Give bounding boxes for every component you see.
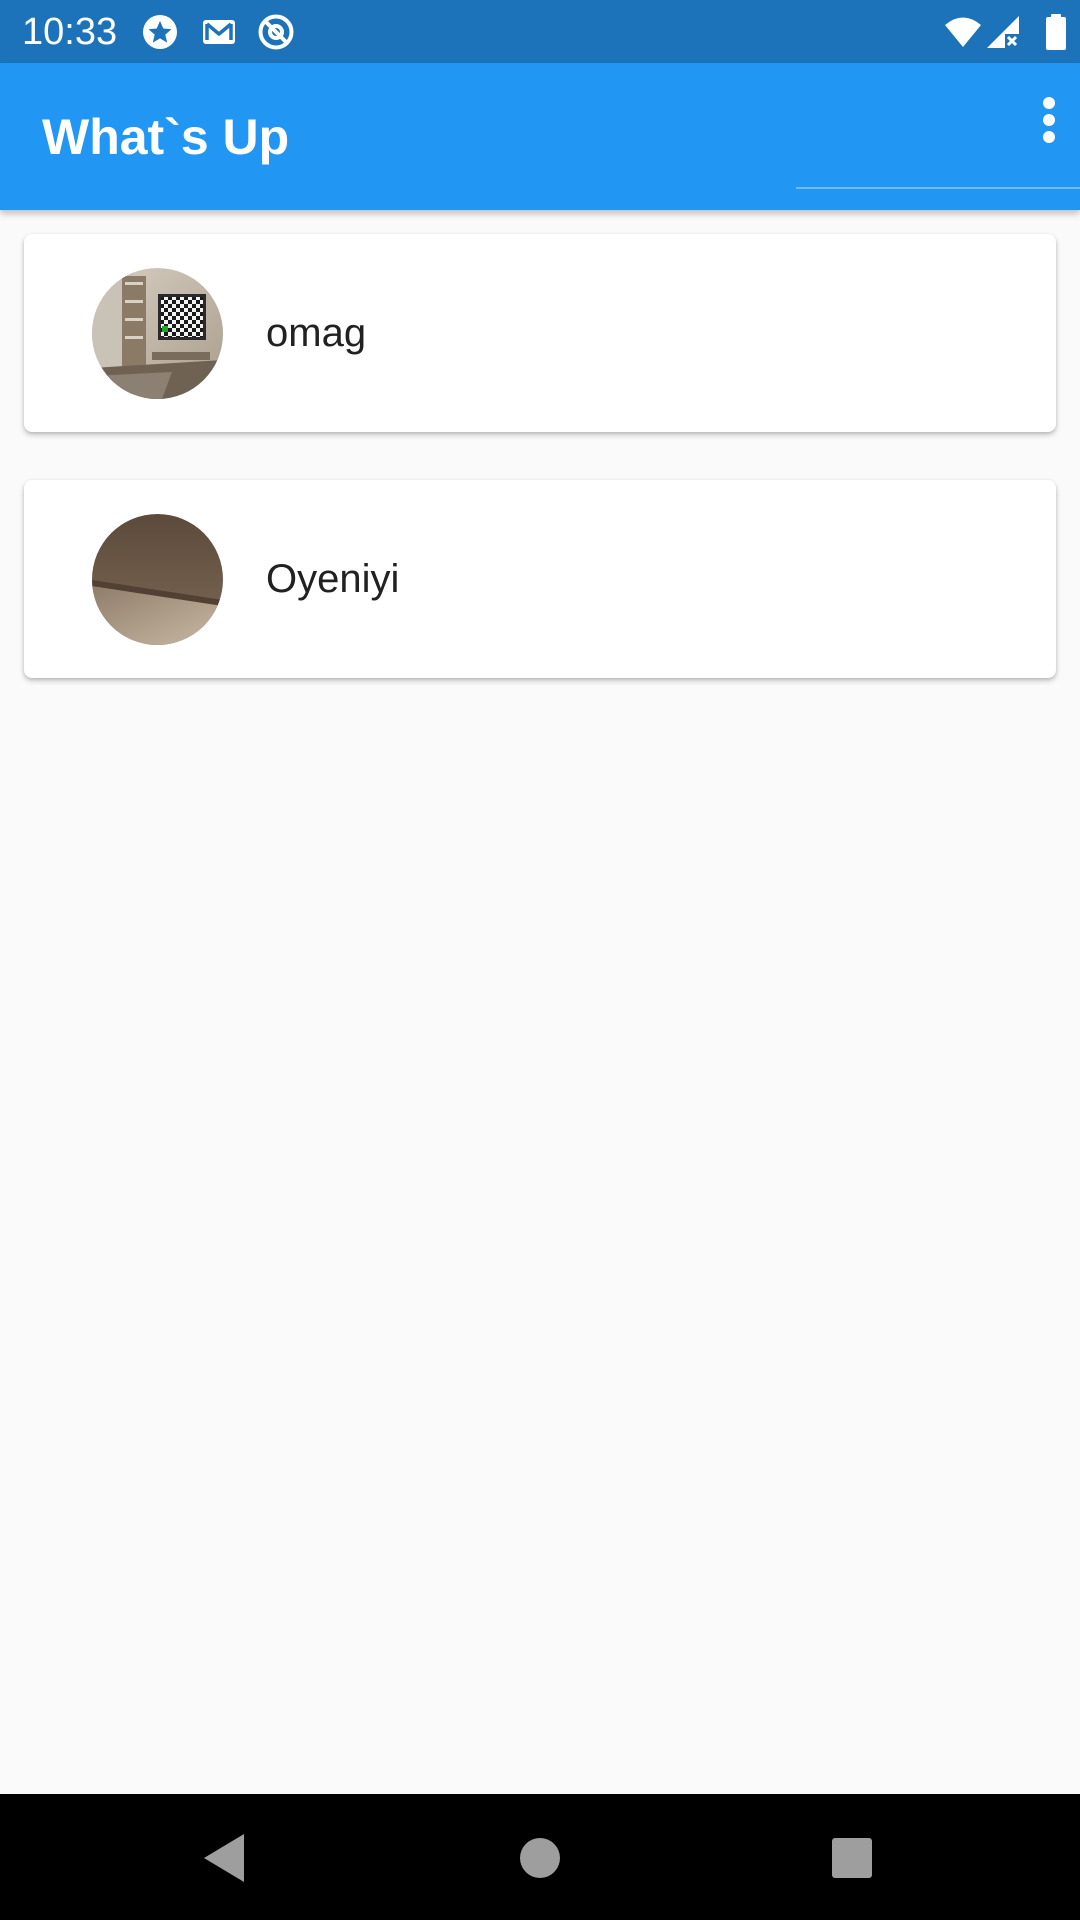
app-title: What`s Up <box>42 109 290 165</box>
chat-item-omag[interactable]: omag <box>24 234 1056 432</box>
navigation-bar <box>0 1794 1080 1920</box>
home-icon[interactable] <box>510 1828 570 1888</box>
screen: 10:33 What`s Up omag Oyeniyi <box>0 0 1080 1920</box>
gmail-icon <box>203 20 235 44</box>
cell-signal-no-data-icon <box>987 16 1019 48</box>
status-time: 10:33 <box>22 11 118 53</box>
more-vert-icon <box>1043 97 1055 143</box>
app-bar-underline <box>796 187 1080 189</box>
wall-photo-avatar <box>92 514 223 645</box>
wifi-icon <box>945 17 981 47</box>
room-photo-avatar <box>92 268 223 399</box>
overflow-menu-button[interactable] <box>1016 87 1080 167</box>
status-bar: 10:33 <box>0 0 1080 63</box>
app-bar: What`s Up <box>0 63 1080 210</box>
battery-icon <box>1046 14 1066 50</box>
chat-name: Oyeniyi <box>266 557 400 601</box>
chat-name: omag <box>266 311 367 355</box>
back-icon[interactable] <box>196 1828 256 1888</box>
recents-icon[interactable] <box>820 1828 880 1888</box>
star-circle-icon <box>143 15 177 49</box>
at-sign-circle-icon <box>258 14 294 50</box>
chat-item-oyeniyi[interactable]: Oyeniyi <box>24 480 1056 678</box>
